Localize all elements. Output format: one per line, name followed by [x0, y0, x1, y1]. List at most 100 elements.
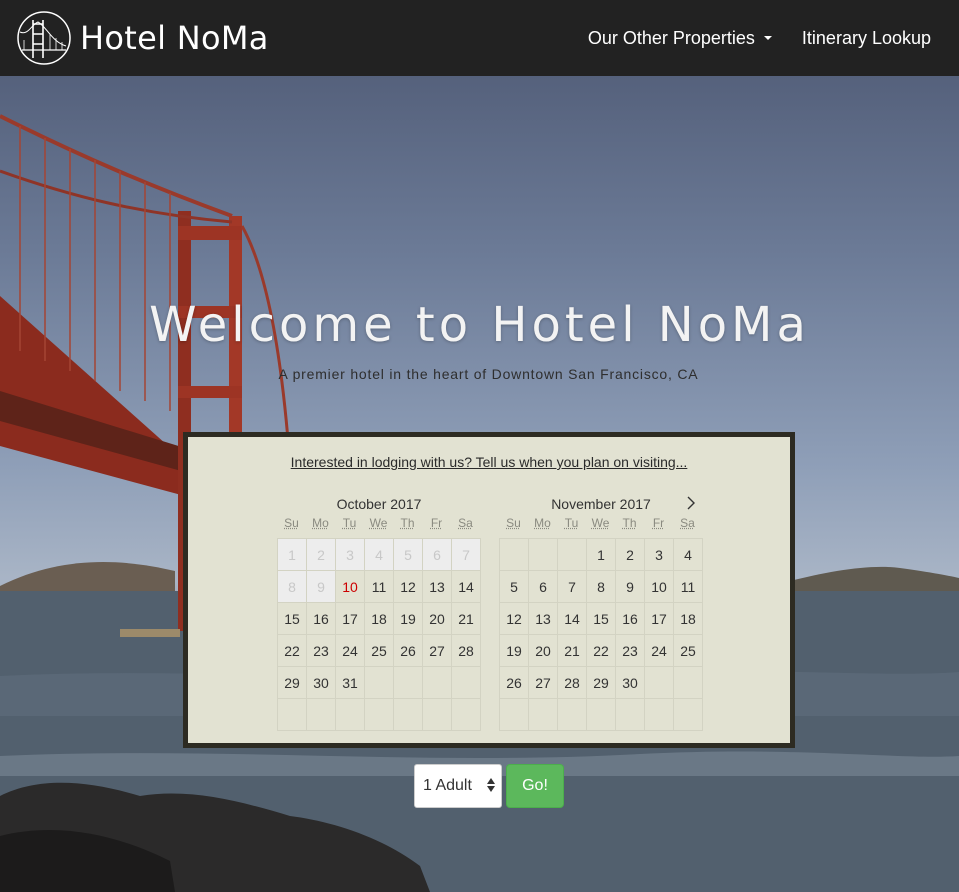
calendar-empty-cell	[365, 667, 394, 699]
calendar-day[interactable]: 31	[336, 667, 365, 699]
calendar-day[interactable]: 13	[529, 603, 558, 635]
calendar-empty-cell	[394, 667, 423, 699]
calendar-empty-cell	[452, 699, 481, 731]
calendar-day[interactable]: 6	[529, 571, 558, 603]
guests-selected-value: 1 Adult	[423, 777, 472, 794]
calendar-day[interactable]: 29	[278, 667, 307, 699]
bridge-logo-icon	[17, 11, 71, 65]
calendar-day[interactable]: 7	[558, 571, 587, 603]
calendar-day[interactable]: 24	[645, 635, 674, 667]
calendar-day[interactable]: 3	[645, 539, 674, 571]
calendar-empty-cell	[394, 699, 423, 731]
guests-select[interactable]: 1 Adult	[414, 764, 502, 808]
calendar-day[interactable]: 16	[616, 603, 645, 635]
calendar-day[interactable]: 1	[587, 539, 616, 571]
calendar-day[interactable]: 11	[365, 571, 394, 603]
calendar-day[interactable]: 14	[452, 571, 481, 603]
calendar-day[interactable]: 5	[500, 571, 529, 603]
nav-our-other-properties[interactable]: Our Other Properties	[588, 28, 772, 49]
calendar-day-grid: 1 2 3 4 5 6 7 8 9 10 11 12 13 14 15 16 17 18 19 20 21 22 23 24 2…	[277, 538, 481, 731]
calendar-empty-cell	[452, 667, 481, 699]
calendar-day[interactable]: 24	[336, 635, 365, 667]
calendar-empty-cell	[278, 699, 307, 731]
weekday-label: Mo	[312, 516, 329, 530]
calendar-day[interactable]: 12	[500, 603, 529, 635]
calendar-day[interactable]: 10	[336, 571, 365, 603]
calendar-day[interactable]: 25	[674, 635, 703, 667]
calendar-day[interactable]: 16	[307, 603, 336, 635]
calendar-day[interactable]: 4	[674, 539, 703, 571]
calendar-day: 4	[365, 539, 394, 571]
calendar-day[interactable]: 27	[529, 667, 558, 699]
calendar-empty-cell	[645, 667, 674, 699]
calendar-empty-cell	[587, 699, 616, 731]
weekday-label: Sa	[680, 516, 695, 530]
calendar-weekday-header: Su Mo Tu We Th Fr Sa	[499, 515, 703, 535]
brand-name: Hotel NoMa	[80, 19, 269, 57]
calendar-day-grid: 1 2 3 4 5 6 7 8 9 10 11 12 13 14 15 16 17 18 19 20 21 22 23 24 2…	[499, 538, 703, 731]
nav-links: Our Other Properties Itinerary Lookup	[588, 28, 931, 49]
calendar-day[interactable]: 10	[645, 571, 674, 603]
calendar-day[interactable]: 18	[365, 603, 394, 635]
calendar-day[interactable]: 18	[674, 603, 703, 635]
calendar-day[interactable]: 22	[278, 635, 307, 667]
brand-link[interactable]: Hotel NoMa	[16, 10, 269, 66]
calendar-empty-cell	[616, 699, 645, 731]
calendar-month-november: November 2017 Su Mo Tu We Th Fr Sa 12345…	[499, 493, 703, 731]
weekday-label: Mo	[534, 516, 551, 530]
calendar-day: 3	[336, 539, 365, 571]
calendar-day[interactable]: 27	[423, 635, 452, 667]
weekday-label: We	[591, 516, 610, 530]
nav-label: Our Other Properties	[587, 27, 755, 48]
calendar-empty-cell	[336, 699, 365, 731]
next-month-button[interactable]	[679, 493, 703, 513]
calendar-day[interactable]: 19	[500, 635, 529, 667]
calendar-empty-cell	[674, 699, 703, 731]
calendar-day[interactable]: 9	[616, 571, 645, 603]
hero-subtitle: A premier hotel in the heart of Downtown…	[278, 366, 699, 382]
weekday-label: Sa	[458, 516, 473, 530]
calendar-day[interactable]: 28	[452, 635, 481, 667]
calendar-day[interactable]: 12	[394, 571, 423, 603]
calendar-empty-cell	[365, 699, 394, 731]
calendar-day: 5	[394, 539, 423, 571]
calendar-day: 1	[278, 539, 307, 571]
go-button[interactable]: Go!	[506, 764, 564, 808]
calendar-day[interactable]: 20	[423, 603, 452, 635]
calendar-day[interactable]: 26	[500, 667, 529, 699]
calendar-day[interactable]: 8	[587, 571, 616, 603]
nav-itinerary-lookup[interactable]: Itinerary Lookup	[802, 28, 931, 49]
calendar-day[interactable]: 26	[394, 635, 423, 667]
calendar-day[interactable]: 21	[558, 635, 587, 667]
calendar-day[interactable]: 20	[529, 635, 558, 667]
calendar-month-title: November 2017	[551, 496, 651, 512]
booking-panel: Interested in lodging with us? Tell us w…	[183, 432, 795, 748]
calendar-day[interactable]: 25	[365, 635, 394, 667]
calendar-day[interactable]: 30	[307, 667, 336, 699]
calendar-day[interactable]: 15	[278, 603, 307, 635]
calendar-empty-cell	[500, 539, 529, 571]
weekday-label: Th	[622, 516, 637, 530]
calendar-day[interactable]: 23	[616, 635, 645, 667]
calendar-day[interactable]: 14	[558, 603, 587, 635]
calendar-day[interactable]: 23	[307, 635, 336, 667]
calendar-day[interactable]: 30	[616, 667, 645, 699]
calendar-day[interactable]: 21	[452, 603, 481, 635]
calendar-day[interactable]: 15	[587, 603, 616, 635]
calendar-empty-cell	[558, 539, 587, 571]
calendar-day[interactable]: 11	[674, 571, 703, 603]
calendar-empty-cell	[307, 699, 336, 731]
calendar-day[interactable]: 28	[558, 667, 587, 699]
calendar-day[interactable]: 2	[616, 539, 645, 571]
weekday-label: Tu	[564, 516, 579, 530]
calendar-day[interactable]: 22	[587, 635, 616, 667]
hero-title: Welcome to Hotel NoMa	[149, 297, 810, 353]
calendar-empty-cell	[645, 699, 674, 731]
calendar-day[interactable]: 17	[645, 603, 674, 635]
calendar-day[interactable]: 29	[587, 667, 616, 699]
calendar-day[interactable]: 13	[423, 571, 452, 603]
weekday-label: Fr	[430, 516, 443, 530]
calendar-day[interactable]: 19	[394, 603, 423, 635]
calendar-empty-cell	[529, 539, 558, 571]
calendar-day[interactable]: 17	[336, 603, 365, 635]
